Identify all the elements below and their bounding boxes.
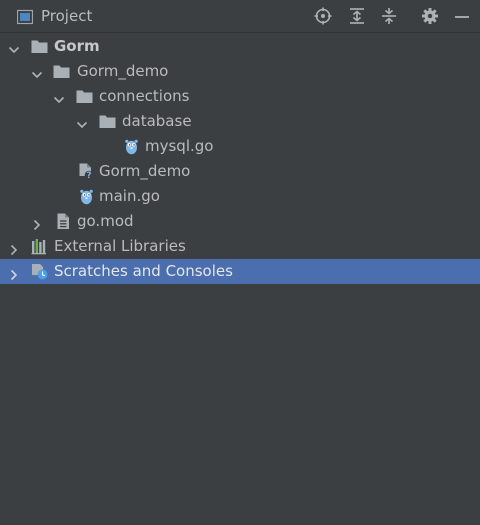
tree-item-label: External Libraries [54, 237, 186, 255]
chevron-down-icon[interactable] [8, 41, 20, 54]
tree-item-scratches-and-consoles[interactable]: Scratches and Consoles [0, 259, 480, 284]
locate-icon[interactable] [314, 7, 332, 25]
tree-item-gorm-demo-file[interactable]: ? Gorm_demo [0, 159, 480, 184]
go-file-icon [123, 138, 140, 155]
gear-icon[interactable] [421, 7, 439, 25]
svg-text:?: ? [87, 171, 92, 180]
tree-item-label: connections [99, 87, 190, 105]
project-window-icon [16, 9, 34, 25]
minimize-icon[interactable] [453, 7, 471, 25]
tree-item-label: main.go [99, 187, 160, 205]
folder-icon [53, 63, 70, 80]
scratches-icon [31, 263, 48, 280]
folder-icon [31, 38, 48, 55]
folder-icon [99, 113, 116, 130]
folder-icon [76, 88, 93, 105]
tree-item-label: database [122, 112, 192, 130]
tree-item-main-go[interactable]: main.go [0, 184, 480, 209]
tree-item-label: Gorm_demo [77, 62, 169, 80]
panel-title: Project [41, 7, 93, 25]
tree-item-gorm[interactable]: Gorm [0, 34, 480, 59]
chevron-down-icon[interactable] [76, 116, 88, 129]
tree-item-label: mysql.go [145, 137, 214, 155]
tree-item-database[interactable]: database [0, 109, 480, 134]
libraries-icon [31, 238, 48, 255]
expand-all-icon[interactable] [348, 7, 366, 25]
chevron-right-icon[interactable] [8, 241, 20, 256]
tree-item-label: Scratches and Consoles [54, 262, 233, 280]
chevron-right-icon[interactable] [31, 216, 43, 231]
unknown-file-icon: ? [77, 163, 94, 181]
project-tool-window: Project Gorm Gorm_demo connections datab… [0, 0, 480, 525]
tree-item-external-libraries[interactable]: External Libraries [0, 234, 480, 259]
chevron-right-icon[interactable] [8, 266, 20, 281]
go-mod-file-icon [55, 213, 72, 230]
chevron-down-icon[interactable] [53, 91, 65, 104]
collapse-all-icon[interactable] [380, 7, 398, 25]
tree-item-connections[interactable]: connections [0, 84, 480, 109]
tree-item-label: Gorm [54, 37, 100, 55]
tree-item-label: go.mod [77, 212, 134, 230]
project-header: Project [0, 0, 480, 33]
tree-item-go-mod[interactable]: go.mod [0, 209, 480, 234]
tree-item-mysql-go[interactable]: mysql.go [0, 134, 480, 159]
tree-item-label: Gorm_demo [99, 162, 191, 180]
tree-item-gorm-demo-folder[interactable]: Gorm_demo [0, 59, 480, 84]
chevron-down-icon[interactable] [31, 66, 43, 79]
go-file-icon [78, 188, 95, 205]
